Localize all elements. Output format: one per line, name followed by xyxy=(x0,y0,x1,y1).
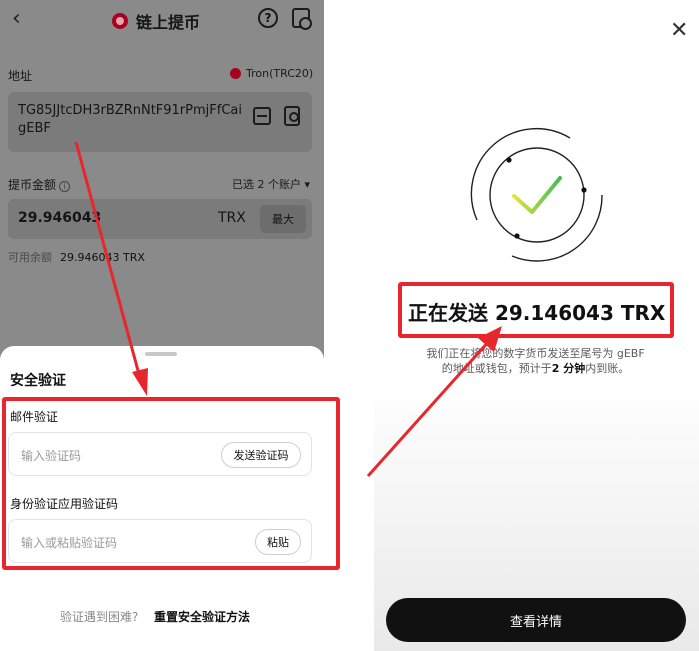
annotation-arrows xyxy=(74,141,502,478)
arrow-head-down xyxy=(132,368,148,396)
screenshot-composite: ‹ 链上提币 ? 地址 Tron(TRC20) TG85JJtcDH3rBZRn… xyxy=(0,0,699,651)
arrow-line-up xyxy=(366,338,492,478)
arrow-line-down xyxy=(74,141,142,379)
